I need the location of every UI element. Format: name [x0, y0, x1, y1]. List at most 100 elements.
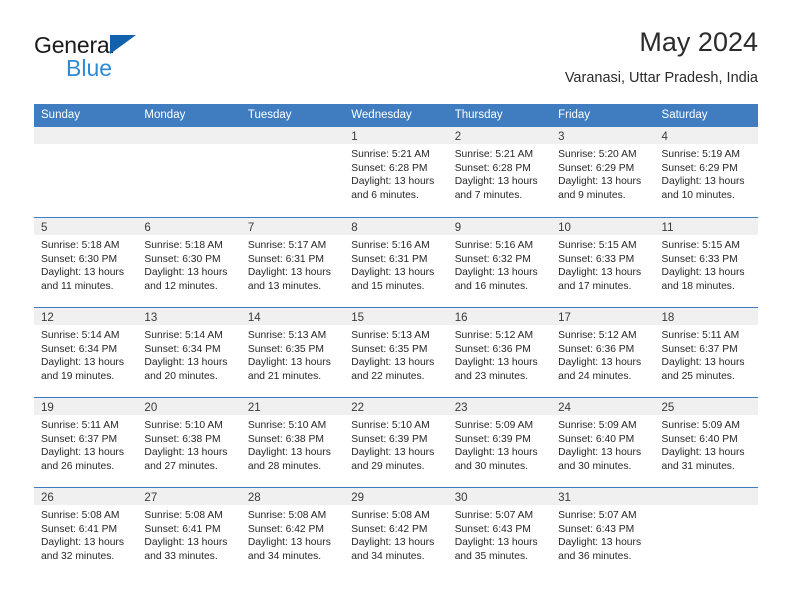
sunrise-text: Sunrise: 5:09 AM [661, 420, 740, 431]
day-number: 3 [558, 131, 565, 143]
day-details: Sunrise: 5:20 AM Sunset: 6:29 PM Daylight:… [551, 144, 654, 202]
day-cell-16[interactable]: 16 Sunrise: 5:12 AM Sunset: 6:36 PM Dayligh… [447, 308, 552, 397]
sunset-text: Sunset: 6:29 PM [661, 162, 738, 174]
day-number-band: 15 [344, 308, 448, 325]
day-cell-2[interactable]: 2 Sunrise: 5:21 AM Sunset: 6:28 PM Daylight… [447, 127, 552, 217]
day-cell-15[interactable]: 15 Sunrise: 5:13 AM Sunset: 6:35 PM Dayligh… [344, 308, 448, 397]
day-number: 20 [144, 402, 158, 414]
day-number: 1 [351, 131, 358, 143]
sunset-text: Sunset: 6:42 PM [247, 523, 324, 535]
day-cell-30[interactable]: 30 Sunrise: 5:07 AM Sunset: 6:43 PM Dayligh… [447, 488, 552, 577]
day-number-band: 23 [447, 398, 552, 415]
day-number-band: 27 [137, 488, 241, 505]
day-number: 2 [454, 131, 462, 143]
day-number: 17 [558, 312, 571, 324]
day-cell-empty [240, 127, 345, 217]
day-number: 4 [661, 131, 668, 143]
sunrise-text: Sunrise: 5:11 AM [41, 420, 119, 431]
day-cell-20[interactable]: 20 Sunrise: 5:10 AM Sunset: 6:38 PM Dayligh… [137, 398, 241, 487]
sunset-text: Sunset: 6:30 PM [144, 253, 221, 265]
sunset-text: Sunset: 6:29 PM [558, 162, 635, 174]
day-cell-18[interactable]: 18 Sunrise: 5:11 AM Sunset: 6:37 PM Dayligh… [654, 308, 758, 397]
day-number: 16 [454, 312, 468, 324]
calendar-week-row: 5 Sunrise: 5:18 AM Sunset: 6:30 PM Daylight… [34, 217, 758, 307]
calendar-week-row: 26 Sunrise: 5:08 AM Sunset: 6:41 PM Dayligh… [34, 487, 758, 577]
day-details: Sunrise: 5:07 AM Sunset: 6:43 PM Daylight:… [551, 505, 654, 563]
sunrise-text: Sunrise: 5:10 AM [247, 420, 327, 431]
sunset-text: Sunset: 6:35 PM [351, 343, 428, 355]
day-cell-11[interactable]: 11 Sunrise: 5:15 AM Sunset: 6:33 PM Dayligh… [654, 218, 758, 307]
day-number: 6 [144, 222, 151, 234]
day-number: 12 [41, 312, 54, 324]
day-cell-9[interactable]: 9 Sunrise: 5:16 AM Sunset: 6:32 PM Daylight… [447, 218, 552, 307]
day-cell-28[interactable]: 28 Sunrise: 5:08 AM Sunset: 6:42 PM Dayligh… [240, 488, 345, 577]
day-cell-25[interactable]: 25 Sunrise: 5:09 AM Sunset: 6:40 PM Dayligh… [654, 398, 758, 487]
day-cell-26[interactable]: 26 Sunrise: 5:08 AM Sunset: 6:41 PM Dayligh… [34, 488, 138, 577]
day-cell-6[interactable]: 6 Sunrise: 5:18 AM Sunset: 6:30 PM Daylight… [137, 218, 241, 307]
page-subtitle: Varanasi, Uttar Pradesh, India [564, 70, 758, 86]
daylight-text: Daylight: 13 hours and 17 minutes. [558, 267, 642, 292]
sunset-text: Sunset: 6:42 PM [351, 523, 428, 535]
day-details: Sunrise: 5:08 AM Sunset: 6:41 PM Daylight:… [137, 505, 240, 563]
day-cell-17[interactable]: 17 Sunrise: 5:12 AM Sunset: 6:36 PM Dayligh… [551, 308, 655, 397]
day-number-band: 21 [240, 398, 345, 415]
day-cell-14[interactable]: 14 Sunrise: 5:13 AM Sunset: 6:35 PM Dayligh… [240, 308, 345, 397]
daylight-text: Daylight: 13 hours and 24 minutes. [558, 357, 642, 382]
day-number: 23 [454, 402, 468, 414]
day-number: 27 [144, 492, 158, 504]
day-cell-13[interactable]: 13 Sunrise: 5:14 AM Sunset: 6:34 PM Dayligh… [137, 308, 241, 397]
calendar-weeks: 1 Sunrise: 5:21 AM Sunset: 6:28 PM Daylight… [34, 127, 758, 577]
sunrise-text: Sunrise: 5:08 AM [351, 510, 430, 521]
day-cell-23[interactable]: 23 Sunrise: 5:09 AM Sunset: 6:39 PM Dayligh… [447, 398, 552, 487]
day-cell-8[interactable]: 8 Sunrise: 5:16 AM Sunset: 6:31 PM Daylight… [344, 218, 448, 307]
day-cell-5[interactable]: 5 Sunrise: 5:18 AM Sunset: 6:30 PM Daylight… [34, 218, 138, 307]
day-details: Sunrise: 5:08 AM Sunset: 6:42 PM Daylight:… [344, 505, 447, 563]
day-number-band: 20 [137, 398, 241, 415]
day-number-band: 8 [344, 218, 448, 235]
day-details: Sunrise: 5:09 AM Sunset: 6:40 PM Daylight:… [655, 415, 758, 473]
day-cell-1[interactable]: 1 Sunrise: 5:21 AM Sunset: 6:28 PM Daylight… [344, 127, 448, 217]
day-details: Sunrise: 5:12 AM Sunset: 6:36 PM Daylight:… [551, 325, 654, 383]
sunrise-text: Sunrise: 5:15 AM [661, 240, 740, 251]
weekday-header-row: Sunday Monday Tuesday Wednesday Thursday Frid… [34, 104, 758, 127]
sunset-text: Sunset: 6:30 PM [41, 253, 118, 265]
day-number-band: 29 [344, 488, 448, 505]
daylight-text: Daylight: 13 hours and 29 minutes. [351, 447, 435, 472]
daylight-text: Daylight: 13 hours and 28 minutes. [247, 447, 331, 472]
daylight-text: Daylight: 13 hours and 36 minutes. [558, 537, 642, 562]
weekday-header-thursday: Thursday [454, 109, 503, 121]
day-cell-21[interactable]: 21 Sunrise: 5:10 AM Sunset: 6:38 PM Dayligh… [240, 398, 345, 487]
day-number-band: 12 [34, 308, 138, 325]
day-number-band [34, 127, 138, 144]
daylight-text: Daylight: 13 hours and 9 minutes. [558, 176, 642, 201]
day-details: Sunrise: 5:16 AM Sunset: 6:31 PM Daylight:… [344, 235, 447, 293]
sunset-text: Sunset: 6:41 PM [144, 523, 221, 535]
sunrise-text: Sunrise: 5:18 AM [144, 240, 223, 251]
day-number-band: 25 [654, 398, 758, 415]
day-cell-10[interactable]: 10 Sunrise: 5:15 AM Sunset: 6:33 PM Dayligh… [551, 218, 655, 307]
day-number-band: 19 [34, 398, 138, 415]
day-cell-empty [654, 488, 758, 577]
sunrise-text: Sunrise: 5:18 AM [41, 240, 120, 251]
day-cell-31[interactable]: 31 Sunrise: 5:07 AM Sunset: 6:43 PM Dayligh… [551, 488, 655, 577]
general-blue-logo[interactable]: General Blue [34, 32, 254, 88]
day-cell-4[interactable]: 4 Sunrise: 5:19 AM Sunset: 6:29 PM Daylight… [654, 127, 758, 217]
day-cell-29[interactable]: 29 Sunrise: 5:08 AM Sunset: 6:42 PM Dayligh… [344, 488, 448, 577]
day-cell-3[interactable]: 3 Sunrise: 5:20 AM Sunset: 6:29 PM Daylight… [551, 127, 655, 217]
day-cell-24[interactable]: 24 Sunrise: 5:09 AM Sunset: 6:40 PM Dayligh… [551, 398, 655, 487]
daylight-text: Daylight: 13 hours and 23 minutes. [454, 357, 538, 382]
day-cell-7[interactable]: 7 Sunrise: 5:17 AM Sunset: 6:31 PM Daylight… [240, 218, 345, 307]
sunrise-text: Sunrise: 5:13 AM [351, 330, 430, 341]
day-cell-12[interactable]: 12 Sunrise: 5:14 AM Sunset: 6:34 PM Dayligh… [34, 308, 138, 397]
day-cell-19[interactable]: 19 Sunrise: 5:11 AM Sunset: 6:37 PM Dayligh… [34, 398, 138, 487]
day-cell-27[interactable]: 27 Sunrise: 5:08 AM Sunset: 6:41 PM Dayligh… [137, 488, 241, 577]
sunset-text: Sunset: 6:43 PM [558, 523, 635, 535]
sunset-text: Sunset: 6:39 PM [454, 433, 531, 445]
day-cell-22[interactable]: 22 Sunrise: 5:10 AM Sunset: 6:39 PM Dayligh… [344, 398, 448, 487]
day-details: Sunrise: 5:08 AM Sunset: 6:42 PM Daylight:… [241, 505, 344, 563]
sunset-text: Sunset: 6:33 PM [661, 253, 738, 265]
day-details: Sunrise: 5:11 AM Sunset: 6:37 PM Daylight:… [34, 415, 137, 473]
day-number-band: 4 [654, 127, 758, 144]
day-details: Sunrise: 5:15 AM Sunset: 6:33 PM Daylight:… [655, 235, 758, 293]
sunrise-text: Sunrise: 5:10 AM [144, 420, 223, 431]
